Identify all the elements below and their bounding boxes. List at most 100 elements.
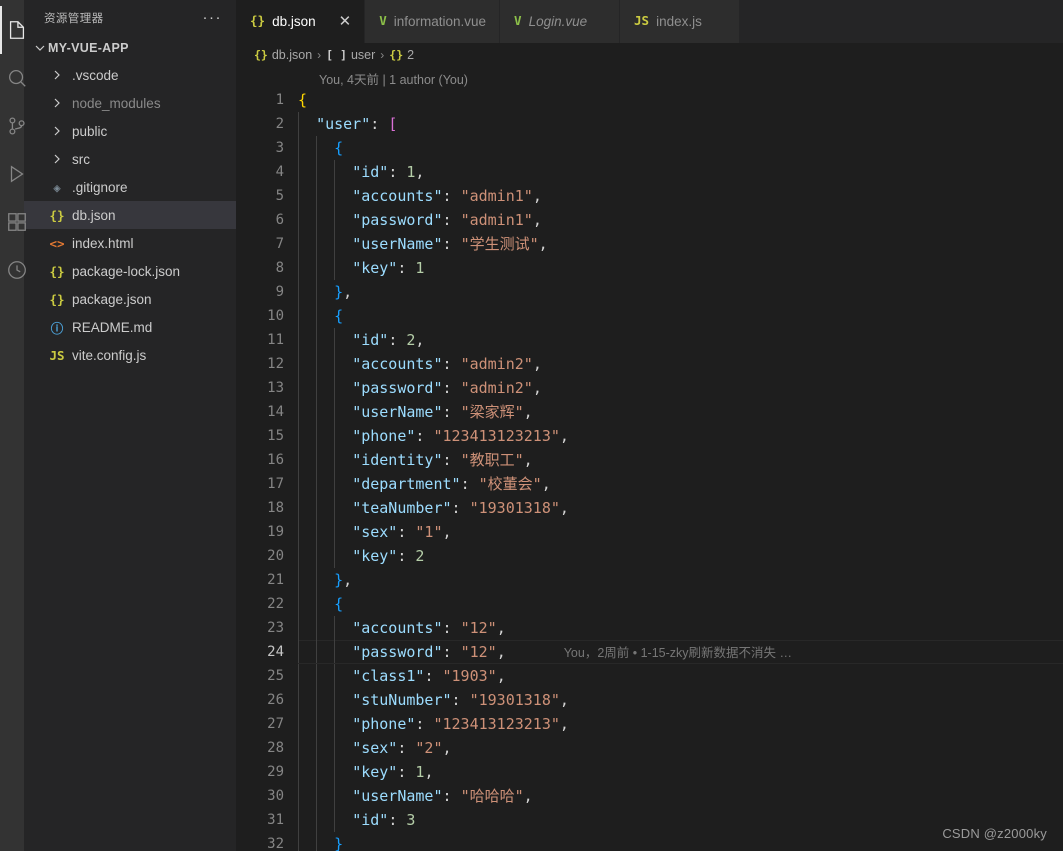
- code-line[interactable]: 19 "sex": "1",: [236, 520, 1063, 544]
- tab-bar: {} db.json ✕ Vinformation.vue V Login.vue JS in…: [236, 0, 1063, 43]
- code-line[interactable]: 15 "phone": "123413123213",: [236, 424, 1063, 448]
- sidebar-item-gitignore[interactable]: ◈ .gitignore: [24, 173, 236, 201]
- line-number: 2: [275, 116, 284, 132]
- sidebar-more-actions-icon[interactable]: ···: [203, 10, 223, 25]
- code-line[interactable]: 23 "accounts": "12",: [236, 616, 1063, 640]
- code-line[interactable]: 17 "department": "校董会",: [236, 472, 1063, 496]
- sidebar-header: 资源管理器 ···: [24, 0, 236, 35]
- folder-root-label: MY-VUE-APP: [48, 40, 129, 55]
- git-blame-header: You, 4天前 | 1 author (You): [319, 72, 468, 87]
- activity-item-explorer-icon[interactable]: [0, 6, 25, 54]
- code-line[interactable]: 18 "teaNumber": "19301318",: [236, 496, 1063, 520]
- code-line[interactable]: 22 {: [236, 592, 1063, 616]
- code-token: }: [334, 835, 344, 851]
- sidebar-item-db-json[interactable]: {} db.json: [24, 201, 236, 229]
- code-text: "id": 1,: [288, 160, 1063, 184]
- code-line[interactable]: 12 "accounts": "admin2",: [236, 352, 1063, 376]
- breadcrumb-item-label[interactable]: user: [351, 48, 375, 62]
- code-line[interactable]: 4 "id": 1,: [236, 160, 1063, 184]
- code-text: "identity": "教职工",: [288, 448, 1063, 472]
- sidebar-item-index-html[interactable]: <> index.html: [24, 229, 236, 257]
- sidebar-item-vite-config-js[interactable]: JS vite.config.js: [24, 341, 236, 369]
- breadcrumb-item-label[interactable]: db.json: [272, 48, 312, 62]
- tab-login-vue[interactable]: V Login.vue: [500, 0, 621, 43]
- code-line[interactable]: 6 "password": "admin1",: [236, 208, 1063, 232]
- code-line[interactable]: 7 "userName": "学生测试",: [236, 232, 1063, 256]
- line-number: 7: [275, 236, 284, 252]
- code-line[interactable]: 14 "userName": "梁家辉",: [236, 400, 1063, 424]
- code-line[interactable]: 21 },: [236, 568, 1063, 592]
- tab-label: db.json: [272, 14, 316, 29]
- line-number: 21: [267, 572, 284, 588]
- code-line[interactable]: 26 "stuNumber": "19301318",: [236, 688, 1063, 712]
- breadcrumb[interactable]: {} db.json ›[ ] user ›{} 2: [236, 43, 1063, 66]
- code-line[interactable]: 1{: [236, 88, 1063, 112]
- activity-item-run-debug-icon[interactable]: [0, 150, 24, 198]
- code-line[interactable]: 8 "key": 1: [236, 256, 1063, 280]
- folder-root-my-vue-app[interactable]: MY-VUE-APP: [24, 35, 236, 60]
- tab-index-js[interactable]: JS index.js: [620, 0, 741, 43]
- sidebar-item-package-lock-json[interactable]: {} package-lock.json: [24, 257, 236, 285]
- sidebar-item-vscode[interactable]: .vscode: [24, 61, 236, 89]
- tab-label: Login.vue: [528, 14, 588, 29]
- code-line[interactable]: 28 "sex": "2",: [236, 736, 1063, 760]
- code-token: :: [388, 331, 407, 349]
- activity-item-source-control-icon[interactable]: [0, 102, 25, 150]
- code-line[interactable]: 5 "accounts": "admin1",: [236, 184, 1063, 208]
- code-text: "phone": "123413123213",: [288, 424, 1063, 448]
- code-line[interactable]: 16 "identity": "教职工",: [236, 448, 1063, 472]
- code-line[interactable]: 20 "key": 2: [236, 544, 1063, 568]
- line-number: 9: [275, 284, 284, 300]
- line-number: 15: [267, 428, 284, 444]
- code-line[interactable]: 11 "id": 2,: [236, 328, 1063, 352]
- code-text: "key": 2: [288, 544, 1063, 568]
- close-icon[interactable]: ✕: [339, 14, 352, 29]
- code-text: "id": 2,: [288, 328, 1063, 352]
- code-line[interactable]: 30 "userName": "哈哈哈",: [236, 784, 1063, 808]
- code-token: ,: [424, 763, 434, 781]
- code-line[interactable]: 31 "id": 3: [236, 808, 1063, 832]
- code-token: "id": [352, 331, 389, 349]
- git-blame-inline[interactable]: You，2周前 • 1-15-zky刷新数据不消失 …: [506, 646, 792, 660]
- code-line[interactable]: 29 "key": 1,: [236, 760, 1063, 784]
- code-line[interactable]: 9 },: [236, 280, 1063, 304]
- code-line[interactable]: 32 }: [236, 832, 1063, 851]
- breadcrumb-item-label[interactable]: 2: [407, 48, 414, 62]
- tab-information-vue[interactable]: Vinformation.vue: [365, 0, 501, 43]
- code-editor[interactable]: You, 4天前 | 1 author (You) 1{2 "user": [3…: [236, 66, 1063, 851]
- code-line[interactable]: 3 {: [236, 136, 1063, 160]
- code-line[interactable]: 2 "user": [: [236, 112, 1063, 136]
- sidebar-item-label: db.json: [72, 207, 116, 223]
- activity-item-remote-explorer-icon[interactable]: [0, 246, 26, 294]
- sidebar-item-label: node_modules: [72, 95, 161, 111]
- sidebar-item-package-json[interactable]: {} package.json: [24, 285, 236, 313]
- sidebar-item-public[interactable]: public: [24, 117, 236, 145]
- code-text: {: [288, 88, 1063, 112]
- activity-item-extensions-icon[interactable]: [0, 198, 26, 246]
- code-token: :: [397, 739, 416, 757]
- code-token: "phone": [352, 427, 416, 445]
- code-line[interactable]: 24 "password": "12", You，2周前 • 1-15-zky刷新…: [236, 639, 1063, 665]
- code-line[interactable]: 13 "password": "admin2",: [236, 376, 1063, 400]
- code-text: },: [288, 568, 1063, 592]
- sidebar-item-src[interactable]: src: [24, 145, 236, 173]
- sidebar-item-node-modules[interactable]: node_modules: [24, 89, 236, 117]
- code-token: :: [442, 379, 461, 397]
- code-line[interactable]: 10 {: [236, 304, 1063, 328]
- code-line[interactable]: 27 "phone": "123413123213",: [236, 712, 1063, 736]
- code-line[interactable]: 25 "class1": "1903",: [236, 664, 1063, 688]
- sidebar-item-readme-md[interactable]: ⓘ README.md: [24, 313, 236, 341]
- tab-db-json[interactable]: {} db.json ✕: [236, 0, 366, 43]
- line-number: 8: [275, 260, 284, 276]
- activity-item-search-icon[interactable]: [0, 54, 26, 102]
